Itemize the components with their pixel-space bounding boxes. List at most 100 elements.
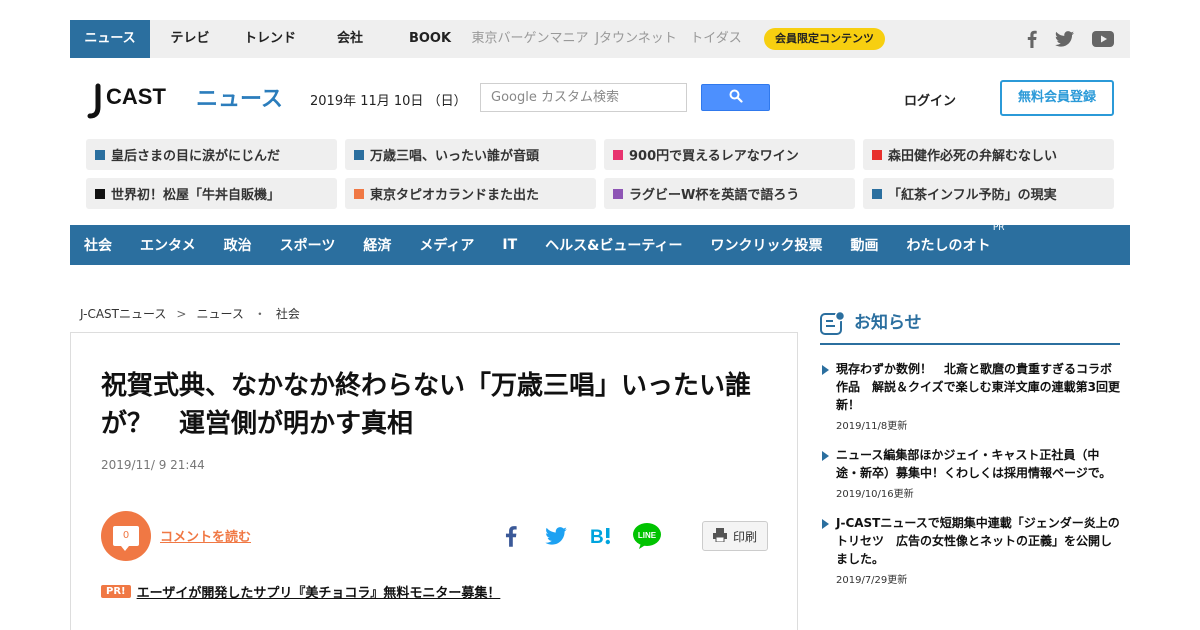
category-sports[interactable]: スポーツ xyxy=(280,235,336,255)
topic-color-square xyxy=(95,149,105,160)
category-economy[interactable]: 経済 xyxy=(363,235,391,255)
topic-label: 万歳三唱、いったい誰が音頭 xyxy=(370,149,540,164)
topnav-toidas[interactable]: トイダス xyxy=(682,20,750,58)
breadcrumb-home[interactable]: J-CASTニュース xyxy=(80,307,166,321)
free-register-button[interactable]: 無料会員登録 xyxy=(1000,80,1114,116)
topnav-tv[interactable]: テレビ xyxy=(150,20,230,58)
pr-badge: PR! xyxy=(101,585,131,598)
topic-link[interactable]: 世界初！松屋「牛丼自販機」 xyxy=(86,178,337,209)
breadcrumb-society[interactable]: 社会 xyxy=(276,307,300,321)
notice-item-title[interactable]: ニュース編集部ほかジェイ・キャスト正社員（中途・新卒）募集中！くわしくは採用情報… xyxy=(836,446,1120,482)
notice-item-date: 2019/11/8更新 xyxy=(836,421,908,432)
svg-text:ニュース: ニュース xyxy=(196,87,283,112)
category-label: わたしのオト xyxy=(906,238,991,254)
topic-link[interactable]: 「紅茶インフル予防」の現実 xyxy=(863,178,1114,209)
topic-label: 皇后さまの目に涙がにじんだ xyxy=(111,149,281,164)
category-video[interactable]: 動画 xyxy=(851,235,879,255)
member-content-button[interactable]: 会員限定コンテンツ xyxy=(764,28,885,50)
topic-color-square xyxy=(872,188,882,199)
notice-icon xyxy=(820,310,846,341)
comment-count-button[interactable]: 0 xyxy=(101,511,151,561)
topic-color-square xyxy=(872,149,882,160)
category-nav: 社会 エンタメ 政治 スポーツ 経済 メディア IT ヘルス&ビューティー ワン… xyxy=(70,223,1130,265)
category-it[interactable]: IT xyxy=(502,237,517,253)
search-icon xyxy=(729,88,743,107)
svg-text:LINE: LINE xyxy=(638,531,657,540)
topic-link[interactable]: 森田健作必死の弁解むなしい xyxy=(863,139,1114,170)
facebook-icon[interactable] xyxy=(1027,30,1037,48)
category-one-click-vote[interactable]: ワンクリック投票 xyxy=(711,235,823,255)
notice-title: お知らせ xyxy=(854,313,922,333)
breadcrumb-separator: ・ xyxy=(253,307,266,321)
breadcrumb-separator: > xyxy=(176,307,187,321)
topic-color-square xyxy=(354,149,364,160)
breadcrumb-news[interactable]: ニュース xyxy=(196,307,243,321)
top-global-nav: ニュース テレビ トレンド 会社 BOOK 東京バーゲンマニア Jタウンネット … xyxy=(70,20,1130,58)
hot-topics: 皇后さまの目に涙がにじんだ 万歳三唱、いったい誰が音頭 900円で買えるレアなワ… xyxy=(86,139,1114,209)
topnav-company[interactable]: 会社 xyxy=(310,20,390,58)
topnav-jtown-net[interactable]: Jタウンネット xyxy=(590,20,682,58)
pr-ad-line: PR! エーザイが開発したサプリ『美チョコラ』無料モニター募集！ xyxy=(101,582,500,601)
twitter-share-icon[interactable] xyxy=(541,522,571,550)
article-card: 祝賀式典、なかなか終わらない「万歳三唱」いったい誰が？ 運営側が明かす真相 20… xyxy=(70,332,798,630)
topic-color-square xyxy=(354,188,364,199)
triangle-arrow-icon xyxy=(822,519,829,529)
notice-item-title[interactable]: 現存わずか数例！ 北斎と歌麿の貴重すぎるコラボ作品 解説＆クイズで楽しむ東洋文庫… xyxy=(836,360,1120,414)
twitter-icon[interactable] xyxy=(1055,31,1074,47)
article-date: 2019/11/ 9 21:44 xyxy=(101,458,205,472)
topic-link[interactable]: 900円で買えるレアなワイン xyxy=(604,139,855,170)
notice-item[interactable]: ニュース編集部ほかジェイ・キャスト正社員（中途・新卒）募集中！くわしくは採用情報… xyxy=(820,446,1120,500)
topic-label: 東京タピオカランドまた出た xyxy=(370,188,540,203)
category-entertainment[interactable]: エンタメ xyxy=(140,235,196,255)
notice-item[interactable]: J-CASTニュースで短期集中連載「ジェンダー炎上のトリセツ 広告の女性像とネッ… xyxy=(820,514,1120,586)
topnav-trend[interactable]: トレンド xyxy=(230,20,310,58)
topic-label: 900円で買えるレアなワイン xyxy=(629,149,799,164)
topic-label: ラグビーW杯を英語で語ろう xyxy=(629,188,800,203)
search-input[interactable]: Google カスタム検索 xyxy=(480,83,687,112)
search-button[interactable] xyxy=(701,84,770,111)
notice-list: 現存わずか数例！ 北斎と歌麿の貴重すぎるコラボ作品 解説＆クイズで楽しむ東洋文庫… xyxy=(820,360,1120,600)
printer-icon xyxy=(712,527,727,545)
svg-text:B: B xyxy=(590,527,604,546)
topic-color-square xyxy=(95,188,105,199)
topic-label: 森田健作必死の弁解むなしい xyxy=(888,149,1058,164)
topnav-news[interactable]: ニュース xyxy=(70,20,150,58)
current-date: 2019年 11月 10日 （日） xyxy=(310,94,467,109)
category-politics[interactable]: 政治 xyxy=(224,235,252,255)
topic-link[interactable]: ラグビーW杯を英語で語ろう xyxy=(604,178,855,209)
topic-color-square xyxy=(613,149,623,160)
notice-item-date: 2019/10/16更新 xyxy=(836,489,914,500)
social-links xyxy=(1027,30,1130,48)
topic-color-square xyxy=(613,188,623,199)
topic-link[interactable]: 万歳三唱、いったい誰が音頭 xyxy=(345,139,596,170)
facebook-share-icon[interactable] xyxy=(496,522,526,550)
topic-label: 世界初！松屋「牛丼自販機」 xyxy=(111,188,281,203)
category-watashi-no-oto[interactable]: わたしのオト PR xyxy=(906,223,1005,255)
article-headline: 祝賀式典、なかなか終わらない「万歳三唱」いったい誰が？ 運営側が明かす真相 xyxy=(101,371,752,439)
topnav-bargain-mania[interactable]: 東京バーゲンマニア xyxy=(470,20,590,58)
notice-header: お知らせ xyxy=(820,310,1120,345)
pr-ad-link[interactable]: エーザイが開発したサプリ『美チョコラ』無料モニター募集！ xyxy=(137,582,501,601)
topic-link[interactable]: 皇后さまの目に涙がにじんだ xyxy=(86,139,337,170)
topnav-book[interactable]: BOOK xyxy=(390,20,470,58)
login-link[interactable]: ログイン xyxy=(904,90,956,109)
svg-text:CAST: CAST xyxy=(106,84,166,109)
breadcrumb: J-CASTニュース > ニュース・社会 xyxy=(80,305,300,322)
category-media[interactable]: メディア xyxy=(419,235,474,255)
category-health-beauty[interactable]: ヘルス&ビューティー xyxy=(545,235,682,255)
category-society[interactable]: 社会 xyxy=(84,235,112,255)
read-comments-link[interactable]: コメントを読む xyxy=(160,526,251,545)
jcast-news-logo[interactable]: CAST ニュース xyxy=(86,80,286,120)
youtube-icon[interactable] xyxy=(1092,31,1114,47)
comment-bubble-icon: 0 xyxy=(113,526,139,551)
triangle-arrow-icon xyxy=(822,451,829,461)
notice-item[interactable]: 現存わずか数例！ 北斎と歌麿の貴重すぎるコラボ作品 解説＆クイズで楽しむ東洋文庫… xyxy=(820,360,1120,432)
line-share-icon[interactable]: LINE xyxy=(632,522,662,550)
notice-item-date: 2019/7/29更新 xyxy=(836,575,908,586)
print-button[interactable]: 印刷 xyxy=(702,521,768,551)
pr-mark: PR xyxy=(992,223,1005,233)
notice-item-title[interactable]: J-CASTニュースで短期集中連載「ジェンダー炎上のトリセツ 広告の女性像とネッ… xyxy=(836,514,1120,568)
topic-label: 「紅茶インフル予防」の現実 xyxy=(888,188,1057,203)
hatena-bookmark-icon[interactable]: B xyxy=(587,522,617,550)
topic-link[interactable]: 東京タピオカランドまた出た xyxy=(345,178,596,209)
